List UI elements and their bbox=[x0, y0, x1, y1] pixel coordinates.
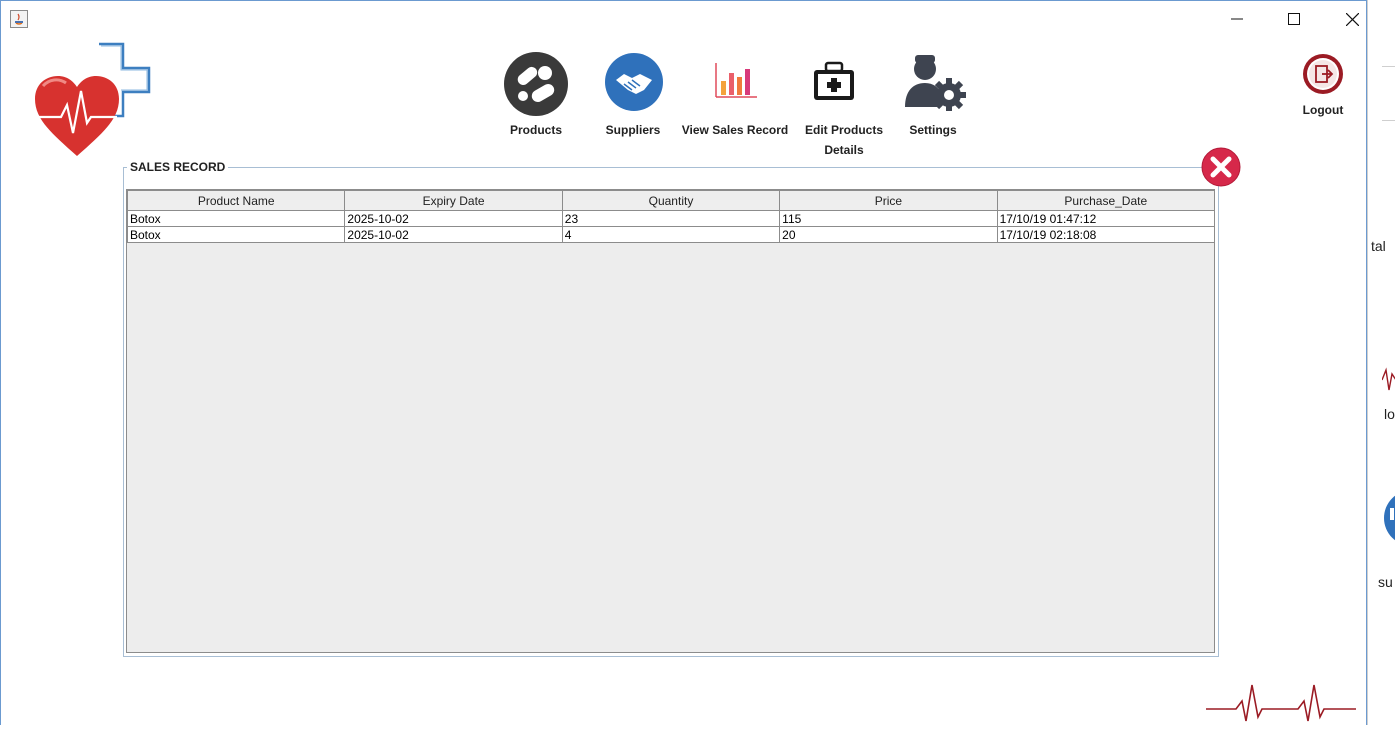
divider bbox=[1382, 120, 1395, 121]
bar-chart-icon bbox=[713, 61, 759, 104]
nav-view-sales-record-label: View Sales Record bbox=[681, 123, 789, 137]
background-text-fragment: su bbox=[1378, 574, 1393, 590]
app-window: Products Suppliers View Sales Record Edi… bbox=[0, 0, 1367, 725]
divider bbox=[1382, 66, 1395, 67]
maximize-icon bbox=[1288, 13, 1300, 25]
logout-label: Logout bbox=[1302, 103, 1344, 117]
background-window: tal lo su bbox=[1367, 0, 1395, 725]
sales-record-title: SALES RECORD bbox=[127, 160, 229, 174]
cell-purchase-date[interactable]: 17/10/19 01:47:12 bbox=[996, 210, 1216, 227]
background-heartbeat-icon bbox=[1381, 360, 1395, 396]
cell-product-name[interactable]: Botox bbox=[126, 210, 346, 227]
cell-quantity[interactable]: 4 bbox=[561, 226, 781, 243]
logout-icon bbox=[1303, 54, 1343, 94]
nav-edit-products-details[interactable]: Edit Products Details bbox=[801, 47, 887, 157]
medical-kit-icon bbox=[812, 61, 856, 106]
sales-table: Product Name Expiry Date Quantity Price … bbox=[126, 190, 1216, 243]
nav-products[interactable]: Products bbox=[496, 47, 576, 147]
nav-suppliers-label: Suppliers bbox=[605, 123, 661, 137]
pills-icon bbox=[503, 51, 569, 120]
heart-cross-logo-icon bbox=[35, 42, 151, 156]
column-header-purchase-date[interactable]: Purchase_Date bbox=[996, 190, 1216, 211]
java-app-icon bbox=[10, 10, 28, 28]
column-header-expiry-date[interactable]: Expiry Date bbox=[344, 190, 563, 211]
table-row[interactable]: Botox 2025-10-02 4 20 17/10/19 02:18:08 bbox=[126, 226, 1216, 243]
background-text-fragment: lo bbox=[1384, 406, 1395, 422]
close-circle-icon bbox=[1201, 147, 1241, 187]
cell-price[interactable]: 20 bbox=[779, 226, 998, 243]
handshake-icon bbox=[604, 52, 664, 115]
cell-product-name[interactable]: Botox bbox=[126, 226, 346, 243]
cell-expiry-date[interactable]: 2025-10-02 bbox=[344, 210, 563, 227]
pharmacy-logo bbox=[31, 41, 156, 161]
nav-edit-products-label-line1: Edit Products bbox=[804, 123, 883, 137]
cell-expiry-date[interactable]: 2025-10-02 bbox=[344, 226, 563, 243]
column-header-price[interactable]: Price bbox=[779, 190, 998, 211]
maximize-button[interactable] bbox=[1265, 1, 1323, 37]
cell-quantity[interactable]: 23 bbox=[561, 210, 781, 227]
logout-button[interactable]: Logout bbox=[1296, 53, 1350, 123]
title-bar bbox=[1, 1, 1366, 37]
cell-price[interactable]: 115 bbox=[779, 210, 998, 227]
column-header-quantity[interactable]: Quantity bbox=[561, 190, 781, 211]
minimize-icon bbox=[1231, 18, 1243, 20]
nav-edit-products-label-line2: Details bbox=[824, 143, 864, 157]
nav-products-label: Products bbox=[509, 123, 562, 137]
close-icon bbox=[1346, 13, 1359, 26]
sales-table-container[interactable]: Product Name Expiry Date Quantity Price … bbox=[126, 189, 1216, 653]
table-row[interactable]: Botox 2025-10-02 23 115 17/10/19 01:47:1… bbox=[126, 210, 1216, 227]
cell-purchase-date[interactable]: 17/10/19 02:18:08 bbox=[996, 226, 1216, 243]
background-circle-icon bbox=[1382, 490, 1395, 546]
heartbeat-decoration bbox=[1206, 681, 1356, 726]
user-gear-icon bbox=[901, 51, 969, 114]
heartbeat-line-icon bbox=[1206, 684, 1356, 722]
close-panel-button[interactable] bbox=[1201, 147, 1241, 187]
nav-settings[interactable]: Settings bbox=[897, 47, 969, 147]
nav-settings-label: Settings bbox=[909, 123, 957, 137]
minimize-button[interactable] bbox=[1208, 1, 1266, 37]
nav-view-sales-record[interactable]: View Sales Record bbox=[679, 47, 791, 147]
table-header-row: Product Name Expiry Date Quantity Price … bbox=[126, 190, 1216, 211]
background-text-fragment: tal bbox=[1371, 238, 1386, 254]
nav-suppliers[interactable]: Suppliers bbox=[597, 47, 669, 147]
column-header-product-name[interactable]: Product Name bbox=[126, 190, 346, 211]
